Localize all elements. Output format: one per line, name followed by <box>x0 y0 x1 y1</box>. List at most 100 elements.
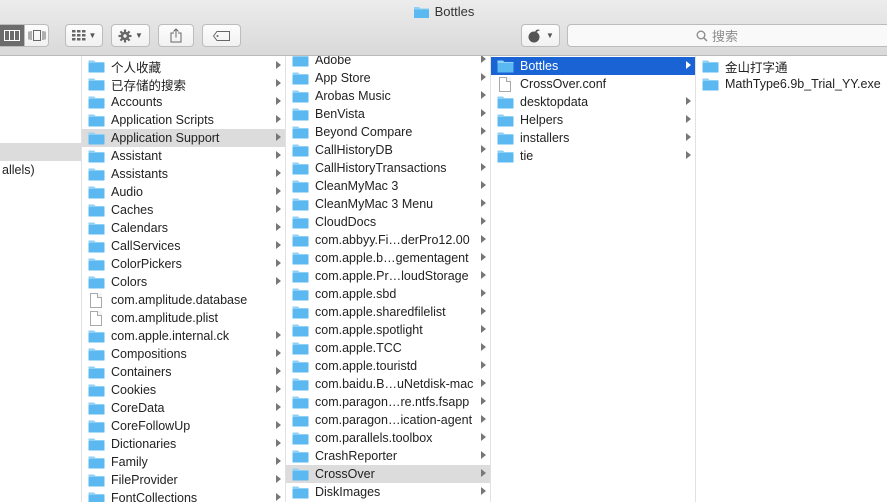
list-item[interactable]: Assistants <box>82 165 285 183</box>
list-item[interactable] <box>0 107 81 125</box>
disclosure-arrow-icon <box>481 109 486 117</box>
share-button[interactable] <box>158 24 194 47</box>
list-item[interactable]: com.amplitude.database <box>82 291 285 309</box>
list-item[interactable]: DiskImages <box>286 483 490 501</box>
list-item[interactable]: tie <box>491 147 695 165</box>
list-item[interactable]: desktopdata <box>491 93 695 111</box>
list-item[interactable]: 已存储的搜索 <box>82 75 285 93</box>
list-item[interactable]: 个人收藏 <box>82 57 285 75</box>
list-item[interactable]: Application Support <box>82 129 285 147</box>
item-label: Application Support <box>111 131 220 145</box>
view-mode-segment[interactable] <box>0 24 49 47</box>
list-item[interactable]: CallServices <box>82 237 285 255</box>
list-item[interactable]: Dictionaries <box>82 435 285 453</box>
column-library[interactable]: 个人收藏 已存储的搜索 Accounts Application Scripts App… <box>82 56 286 502</box>
list-item[interactable]: MathType6.9b_Trial_YY.exe <box>696 75 887 93</box>
list-item[interactable]: Helpers <box>491 111 695 129</box>
list-item[interactable]: Calendars <box>82 219 285 237</box>
list-item[interactable]: Accounts <box>82 93 285 111</box>
document-icon <box>499 76 511 92</box>
list-item[interactable]: com.amplitude.plist <box>82 309 285 327</box>
list-item[interactable]: Family <box>82 453 285 471</box>
disclosure-arrow-icon <box>276 367 281 375</box>
folder-icon <box>88 186 105 199</box>
list-item[interactable]: ColorPickers <box>82 255 285 273</box>
arrange-button[interactable]: ▼ <box>65 24 103 47</box>
list-item[interactable]: Caches <box>82 201 285 219</box>
list-item[interactable]: Audio <box>82 183 285 201</box>
list-item[interactable] <box>0 89 81 107</box>
list-item[interactable]: com.apple.sharedfilelist <box>286 303 490 321</box>
crossover-extension-button[interactable]: ▼ <box>521 24 560 47</box>
column-application-support[interactable]: Adobe App Store Arobas Music BenVista Beyond… <box>286 56 491 502</box>
list-item[interactable]: Application Scripts <box>82 111 285 129</box>
list-item[interactable]: com.apple.b…gementagent <box>286 249 490 267</box>
action-button[interactable]: ▼ <box>111 24 150 47</box>
list-item[interactable]: com.apple.Pr…loudStorage <box>286 267 490 285</box>
list-item[interactable] <box>0 56 81 71</box>
list-item[interactable]: com.parallels.toolbox <box>286 429 490 447</box>
column-crossover[interactable]: Bottles CrossOver.conf desktopdata Helpers i… <box>491 56 696 502</box>
list-item[interactable]: com.apple.TCC <box>286 339 490 357</box>
list-item[interactable]: Arobas Music <box>286 87 490 105</box>
list-item[interactable]: com.apple.spotlight <box>286 321 490 339</box>
list-item[interactable]: 金山打字通 <box>696 57 887 75</box>
disclosure-arrow-icon <box>481 127 486 135</box>
list-item[interactable]: CleanMyMac 3 Menu <box>286 195 490 213</box>
disclosure-arrow-icon <box>481 307 486 315</box>
list-item[interactable]: CoreData <box>82 399 285 417</box>
list-item[interactable]: CrashReporter <box>286 447 490 465</box>
column-bottles[interactable]: 金山打字通 MathType6.9b_Trial_YY.exe <box>696 56 887 502</box>
list-item[interactable] <box>0 125 81 143</box>
list-item[interactable]: Colors <box>82 273 285 291</box>
list-item[interactable]: com.baidu.B…uNetdisk-mac <box>286 375 490 393</box>
list-item[interactable]: FontCollections <box>82 489 285 502</box>
list-item[interactable]: CoreFollowUp <box>82 417 285 435</box>
cover-flow-view-button[interactable] <box>24 25 48 46</box>
list-item[interactable]: Adobe <box>286 56 490 69</box>
item-label: App Store <box>315 71 371 85</box>
list-item[interactable]: CrossOver <box>286 465 490 483</box>
list-item[interactable]: Beyond Compare <box>286 123 490 141</box>
list-item[interactable]: com.paragon…ication-agent <box>286 411 490 429</box>
list-item[interactable]: Bottles <box>491 57 695 75</box>
column-sidebar[interactable]: allels) <box>0 56 82 502</box>
folder-icon <box>292 288 309 301</box>
list-item[interactable]: BenVista <box>286 105 490 123</box>
folder-icon <box>88 222 105 235</box>
item-label: Arobas Music <box>315 89 391 103</box>
list-item[interactable]: CallHistoryTransactions <box>286 159 490 177</box>
item-label: Caches <box>111 203 154 217</box>
list-item[interactable]: CleanMyMac 3 <box>286 177 490 195</box>
folder-icon <box>292 396 309 409</box>
search-field[interactable]: 搜索 <box>567 24 887 47</box>
list-item[interactable]: com.abbyy.Fi…derPro12.00 <box>286 231 490 249</box>
column-view-button[interactable] <box>0 25 24 46</box>
list-item[interactable]: FileProvider <box>82 471 285 489</box>
list-item[interactable]: Compositions <box>82 345 285 363</box>
list-item[interactable] <box>0 143 81 161</box>
list-item[interactable]: CrossOver.conf <box>491 75 695 93</box>
folder-icon <box>88 348 105 361</box>
list-item[interactable]: Containers <box>82 363 285 381</box>
disclosure-arrow-icon <box>276 133 281 141</box>
list-item[interactable]: Assistant <box>82 147 285 165</box>
list-item[interactable]: CallHistoryDB <box>286 141 490 159</box>
list-item[interactable] <box>0 71 81 89</box>
list-item[interactable]: com.apple.internal.ck <box>82 327 285 345</box>
list-item[interactable]: App Store <box>286 69 490 87</box>
item-label: tie <box>520 149 534 163</box>
list-item[interactable]: com.apple.sbd <box>286 285 490 303</box>
list-item[interactable]: com.paragon…re.ntfs.fsapp <box>286 393 490 411</box>
disclosure-arrow-icon <box>481 271 486 279</box>
list-item[interactable]: CloudDocs <box>286 213 490 231</box>
list-item[interactable]: allels) <box>0 161 81 179</box>
list-item[interactable]: installers <box>491 129 695 147</box>
list-item[interactable]: Cookies <box>82 381 285 399</box>
folder-icon <box>292 198 309 211</box>
item-label: Adobe <box>315 56 352 67</box>
disclosure-arrow-icon <box>686 151 691 159</box>
tags-button[interactable] <box>202 24 241 47</box>
item-label: Audio <box>111 185 143 199</box>
list-item[interactable]: com.apple.touristd <box>286 357 490 375</box>
